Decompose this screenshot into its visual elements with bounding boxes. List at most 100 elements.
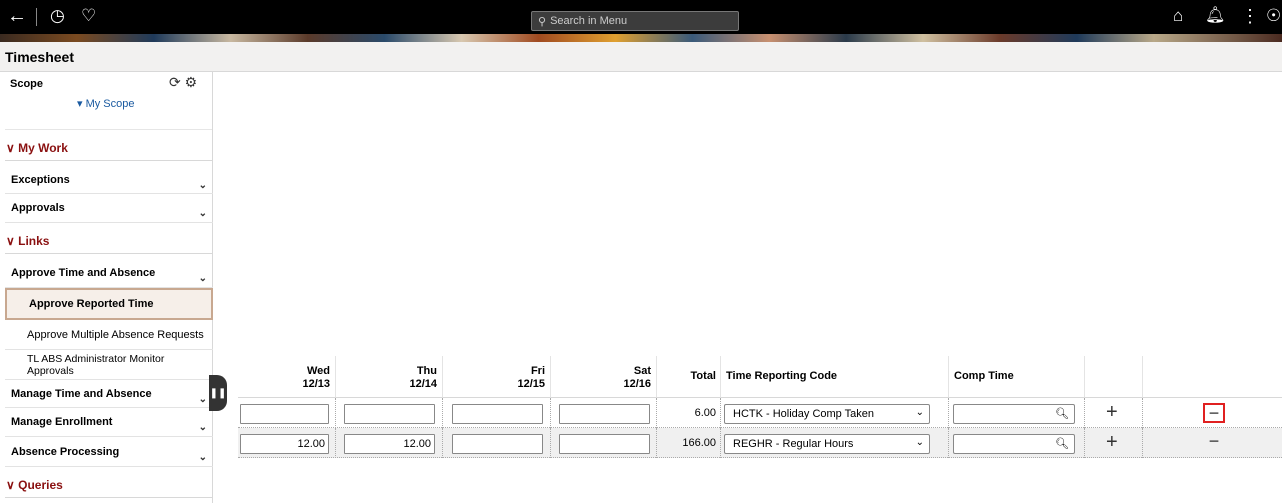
sidebar-item-label: Manage Time and Absence [11, 387, 152, 400]
refresh-icon[interactable]: ⟳ [169, 74, 181, 90]
sidebar-item-approve-multiple-absence[interactable]: Approve Multiple Absence Requests [5, 320, 213, 350]
header-wed: Wed 12/13 [238, 356, 336, 398]
sidebar-item-label: Absence Processing [11, 445, 120, 458]
delete-row-button[interactable]: − [1203, 432, 1225, 453]
section-queries[interactable]: ∨ Queries [5, 472, 213, 498]
time-reporting-code-select[interactable]: HCTK - Holiday Comp Taken ⌄ [724, 404, 930, 424]
hours-input-wed[interactable] [240, 404, 329, 424]
sidebar-item-exceptions[interactable]: Exceptions ⌄ [5, 166, 213, 194]
sidebar: Scope ⟳ ⚙ ▾ My Scope ∨ My Work Exception… [5, 72, 213, 503]
navbar-icon[interactable]: ☉ [1266, 4, 1281, 28]
sidebar-item-label: Approve Time and Absence [11, 267, 156, 279]
cell-thu [336, 398, 443, 428]
actions-menu-icon[interactable]: ⋮ [1241, 4, 1259, 28]
hours-input-wed[interactable]: 12.00 [240, 434, 329, 454]
header-date: 12/14 [409, 378, 437, 390]
chevron-down-icon: ⌄ [198, 451, 207, 463]
header-time-reporting-code: Time Reporting Code [721, 356, 949, 398]
hours-input-fri[interactable] [452, 434, 543, 454]
chevron-down-icon: ⌄ [198, 179, 207, 191]
cell-delete: − [1143, 398, 1282, 428]
page-title: Timesheet [5, 49, 74, 65]
sidebar-item-manage-enrollment[interactable]: Manage Enrollment ⌄ [5, 408, 213, 437]
back-arrow-icon[interactable]: ← [7, 4, 27, 28]
sidebar-item-tl-abs-monitor[interactable]: TL ABS Administrator Monitor Approvals [5, 350, 213, 380]
chevron-down-icon: ⌄ [198, 208, 207, 219]
decorative-banner [0, 34, 1282, 42]
sidebar-item-label: Approvals [11, 202, 65, 214]
hours-input-fri[interactable] [452, 404, 543, 424]
table-row: 6.00 HCTK - Holiday Comp Taken ⌄ 🔍︎ + − [238, 398, 1282, 428]
delete-row-button[interactable]: − [1203, 403, 1225, 423]
select-value: HCTK - Holiday Comp Taken [733, 408, 875, 420]
hours-input-sat[interactable] [559, 404, 650, 424]
home-icon[interactable]: ⌂ [1173, 4, 1183, 28]
cell-fri [443, 428, 551, 458]
header-delete [1143, 356, 1282, 398]
add-row-button[interactable]: + [1106, 432, 1118, 452]
sidebar-collapse-handle[interactable]: ❚❚ [209, 375, 227, 411]
header-day: Wed [306, 365, 330, 377]
page-title-bar: Timesheet [0, 42, 1282, 72]
gear-icon[interactable]: ⚙ [185, 74, 198, 90]
favorites-heart-icon[interactable]: ♡ [81, 4, 96, 28]
section-my-work[interactable]: ∨ My Work [5, 135, 213, 161]
header-total: Total [657, 356, 721, 398]
recent-clock-icon[interactable]: ◷ [50, 4, 65, 28]
scope-actions: ⟳ ⚙ [169, 74, 197, 91]
sidebar-item-approvals[interactable]: Approvals ⌄ [5, 194, 213, 223]
row-total: 166.00 [682, 437, 716, 449]
search-icon: ⚲ [538, 15, 547, 28]
cell-add: + [1085, 398, 1143, 428]
cell-thu: 12.00 [336, 428, 443, 458]
scope-panel: Scope ⟳ ⚙ ▾ My Scope [5, 72, 212, 130]
cell-comp-time: 🔍︎ [949, 428, 1085, 458]
chevron-down-icon: ⌄ [198, 393, 207, 405]
cell-sat [551, 428, 657, 458]
cell-total: 6.00 [657, 398, 721, 428]
header-day: Sat [633, 365, 651, 377]
cell-total: 166.00 [657, 428, 721, 458]
hours-input-sat[interactable] [559, 434, 650, 454]
chevron-down-icon: ⌄ [915, 407, 924, 418]
header-sat: Sat 12/16 [551, 356, 657, 398]
header-comp-time: Comp Time [949, 356, 1085, 398]
sidebar-item-approve-time-absence[interactable]: Approve Time and Absence ⌄ [5, 259, 213, 288]
notification-bell-icon[interactable]: 🔔︎ [1205, 4, 1225, 28]
top-navbar: ← ◷ ♡ ⚲ Search in Menu ⌂ 🔔︎ ⋮ ☉ [0, 0, 1282, 42]
header-date: 12/15 [517, 378, 545, 390]
cell-wed: 12.00 [238, 428, 336, 458]
cell-delete: − [1143, 428, 1282, 458]
sidebar-item-approve-reported-time[interactable]: Approve Reported Time [5, 288, 213, 320]
comp-time-input[interactable]: 🔍︎ [953, 404, 1075, 424]
sidebar-item-absence-processing[interactable]: Absence Processing ⌄ [5, 437, 213, 467]
time-reporting-code-select[interactable]: REGHR - Regular Hours ⌄ [724, 434, 930, 454]
sidebar-item-label: Manage Enrollment [11, 416, 113, 428]
search-input[interactable]: ⚲ Search in Menu [531, 11, 739, 31]
my-scope-link[interactable]: ▾ My Scope [77, 97, 135, 110]
select-value: REGHR - Regular Hours [733, 438, 854, 450]
cell-trc: HCTK - Holiday Comp Taken ⌄ [721, 398, 949, 428]
header-day: Thu [416, 365, 437, 377]
hours-input-thu[interactable]: 12.00 [344, 434, 435, 454]
cell-add: + [1085, 428, 1143, 458]
header-date: 12/13 [302, 378, 330, 390]
header-add [1085, 356, 1143, 398]
section-links[interactable]: ∨ Links [5, 228, 213, 254]
header-day: Fri [530, 365, 545, 377]
sidebar-item-label: Exceptions [11, 173, 70, 186]
comp-time-input[interactable]: 🔍︎ [953, 434, 1075, 454]
sidebar-item-manage-time-absence[interactable]: Manage Time and Absence ⌄ [5, 380, 213, 408]
search-icon[interactable]: 🔍︎ [1055, 407, 1069, 420]
row-total: 6.00 [694, 407, 716, 419]
search-icon[interactable]: 🔍︎ [1055, 437, 1069, 450]
add-row-button[interactable]: + [1106, 402, 1118, 422]
chevron-down-icon: ⌄ [198, 273, 207, 284]
hours-input-thu[interactable] [344, 404, 435, 424]
cell-wed [238, 398, 336, 428]
cell-comp-time: 🔍︎ [949, 398, 1085, 428]
search-placeholder: Search in Menu [550, 15, 628, 27]
header-thu: Thu 12/14 [336, 356, 443, 398]
header-date: 12/16 [623, 378, 651, 390]
table-row: 12.00 12.00 166.00 REGHR - Regular Hours… [238, 428, 1282, 458]
